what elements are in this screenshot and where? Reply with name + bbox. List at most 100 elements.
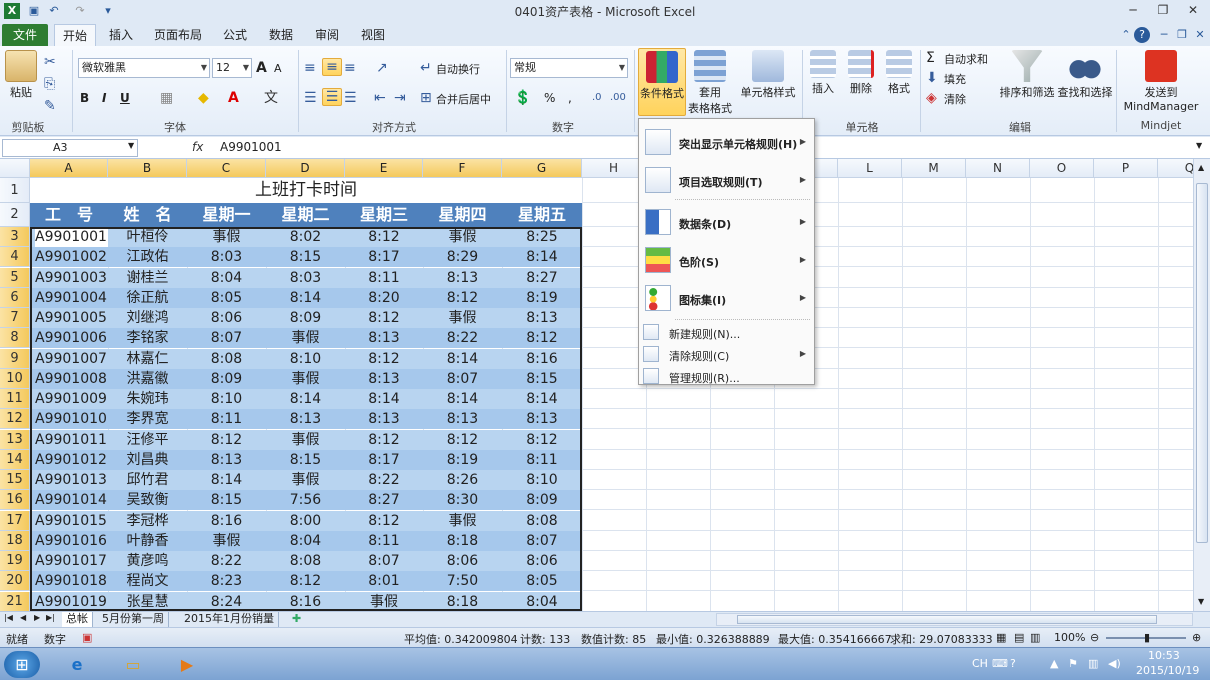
align-left-icon[interactable]: ☰	[304, 90, 317, 106]
zoom-level[interactable]: 100%	[1054, 631, 1085, 644]
font-size-combo[interactable]: 12 ▼	[212, 58, 252, 78]
checkin-time-cell[interactable]: 8:22	[423, 328, 502, 348]
employee-id-cell[interactable]: A9901019	[35, 592, 108, 612]
checkin-time-cell[interactable]: 8:07	[345, 551, 423, 571]
vertical-scrollbar[interactable]: ▲ ▼	[1193, 159, 1210, 611]
close-button[interactable]: ✕	[1180, 1, 1206, 19]
checkin-time-cell[interactable]: 8:14	[345, 389, 423, 409]
sheet-tab-may-week1[interactable]: 5月份第一周	[98, 612, 169, 627]
employee-name-cell[interactable]: 黄彦鸣	[108, 551, 187, 571]
checkin-time-cell[interactable]: 8:12	[423, 288, 502, 308]
employee-id-cell[interactable]: A9901013	[35, 470, 108, 490]
workbook-close-icon[interactable]: ✕	[1192, 27, 1208, 43]
checkin-time-cell[interactable]: 8:12	[266, 571, 345, 591]
employee-name-cell[interactable]: 李冠桦	[108, 511, 187, 531]
underline-button[interactable]: U	[120, 90, 130, 106]
highlight-cells-rules-item[interactable]: 突出显示单元格规则(H) ▶	[639, 125, 814, 159]
checkin-time-cell[interactable]: 8:16	[502, 349, 582, 369]
horizontal-scroll-thumb[interactable]	[737, 615, 1157, 624]
checkin-time-cell[interactable]: 8:25	[502, 227, 582, 247]
clock-date[interactable]: 2015/10/19	[1136, 664, 1199, 677]
column-header-F[interactable]: F	[423, 159, 502, 178]
tab-data[interactable]: 数据	[260, 24, 302, 46]
restore-button[interactable]: ❐	[1150, 1, 1176, 19]
column-header-O[interactable]: O	[1030, 159, 1094, 178]
clear-icon[interactable]: ◈	[926, 90, 937, 106]
checkin-time-cell[interactable]: 8:16	[266, 592, 345, 612]
scroll-down-icon[interactable]: ▼	[1198, 597, 1204, 606]
checkin-time-cell[interactable]: 事假	[187, 227, 266, 247]
employee-id-cell[interactable]: A9901011	[35, 430, 108, 450]
normal-view-icon[interactable]: ▦	[996, 631, 1006, 644]
sheet-title[interactable]: 上班打卡时间	[30, 178, 582, 203]
checkin-time-cell[interactable]: 8:15	[187, 490, 266, 510]
row-header-15[interactable]: 15	[0, 470, 30, 490]
checkin-time-cell[interactable]: 事假	[266, 430, 345, 450]
page-break-view-icon[interactable]: ▥	[1030, 631, 1040, 644]
checkin-time-cell[interactable]: 事假	[187, 531, 266, 551]
checkin-time-cell[interactable]: 8:19	[423, 450, 502, 470]
row-header-7[interactable]: 7	[0, 308, 30, 328]
color-scales-item[interactable]: 色阶(S) ▶	[639, 243, 814, 277]
checkin-time-cell[interactable]: 8:12	[345, 430, 423, 450]
sheet-tab-summary[interactable]: 总帐	[62, 612, 93, 627]
table-header-cell[interactable]: 星期四	[423, 203, 502, 227]
employee-name-cell[interactable]: 吴致衡	[108, 490, 187, 510]
fill-button[interactable]: 填充	[944, 71, 966, 87]
checkin-time-cell[interactable]: 8:12	[502, 430, 582, 450]
checkin-time-cell[interactable]: 8:15	[266, 247, 345, 267]
insert-function-icon[interactable]: fx	[192, 140, 203, 154]
checkin-time-cell[interactable]: 7:56	[266, 490, 345, 510]
column-header-N[interactable]: N	[966, 159, 1030, 178]
column-header-M[interactable]: M	[902, 159, 966, 178]
checkin-time-cell[interactable]: 事假	[266, 470, 345, 490]
checkin-time-cell[interactable]: 8:18	[423, 531, 502, 551]
checkin-time-cell[interactable]: 8:19	[502, 288, 582, 308]
formula-input[interactable]: A9901001	[220, 140, 282, 154]
checkin-time-cell[interactable]: 8:00	[266, 511, 345, 531]
checkin-time-cell[interactable]: 8:15	[502, 369, 582, 389]
tab-view[interactable]: 视图	[352, 24, 394, 46]
checkin-time-cell[interactable]: 8:09	[187, 369, 266, 389]
table-header-cell[interactable]: 工 号	[30, 203, 108, 227]
align-bottom-icon[interactable]: ≡	[344, 60, 356, 76]
send-to-mindmanager-button[interactable]: 发送到 MindManager	[1122, 50, 1200, 113]
tab-home[interactable]: 开始	[54, 24, 96, 46]
checkin-time-cell[interactable]: 8:20	[345, 288, 423, 308]
prev-sheet-icon[interactable]: ◀	[20, 613, 26, 622]
employee-id-cell[interactable]: A9901012	[35, 450, 108, 470]
borders-icon[interactable]: ▦	[160, 90, 173, 106]
checkin-time-cell[interactable]: 8:09	[266, 308, 345, 328]
checkin-time-cell[interactable]: 8:11	[187, 409, 266, 429]
vertical-scroll-thumb[interactable]	[1196, 183, 1208, 543]
checkin-time-cell[interactable]: 8:05	[502, 571, 582, 591]
checkin-time-cell[interactable]: 8:30	[423, 490, 502, 510]
row-header-16[interactable]: 16	[0, 490, 30, 511]
checkin-time-cell[interactable]: 8:13	[502, 308, 582, 328]
checkin-time-cell[interactable]: 8:14	[423, 389, 502, 409]
checkin-time-cell[interactable]: 8:12	[502, 328, 582, 348]
next-sheet-icon[interactable]: ▶	[34, 613, 40, 622]
checkin-time-cell[interactable]: 8:12	[187, 430, 266, 450]
employee-id-cell[interactable]: A9901017	[35, 551, 108, 571]
column-header-E[interactable]: E	[345, 159, 423, 178]
checkin-time-cell[interactable]: 8:16	[187, 511, 266, 531]
employee-id-cell[interactable]: A9901006	[35, 328, 108, 348]
shrink-font-icon[interactable]: A	[274, 61, 282, 77]
employee-id-cell[interactable]: A9901007	[35, 349, 108, 369]
icon-sets-item[interactable]: 图标集(I) ▶	[639, 281, 814, 315]
employee-id-cell[interactable]: A9901018	[35, 571, 108, 591]
row-header-21[interactable]: 21	[0, 591, 30, 611]
align-middle-icon[interactable]: ≡	[322, 58, 342, 76]
new-sheet-icon[interactable]: ✚	[292, 612, 301, 625]
zoom-in-icon[interactable]: ⊕	[1192, 631, 1201, 644]
checkin-time-cell[interactable]: 8:13	[187, 450, 266, 470]
checkin-time-cell[interactable]: 事假	[423, 511, 502, 531]
insert-cells-button[interactable]: 插入	[806, 50, 840, 96]
checkin-time-cell[interactable]: 8:15	[266, 450, 345, 470]
checkin-time-cell[interactable]: 8:08	[187, 349, 266, 369]
bold-button[interactable]: B	[80, 90, 89, 106]
employee-id-cell[interactable]: A9901003	[35, 268, 108, 288]
row-header-19[interactable]: 19	[0, 551, 30, 571]
media-player-icon[interactable]: ▶	[172, 651, 202, 678]
